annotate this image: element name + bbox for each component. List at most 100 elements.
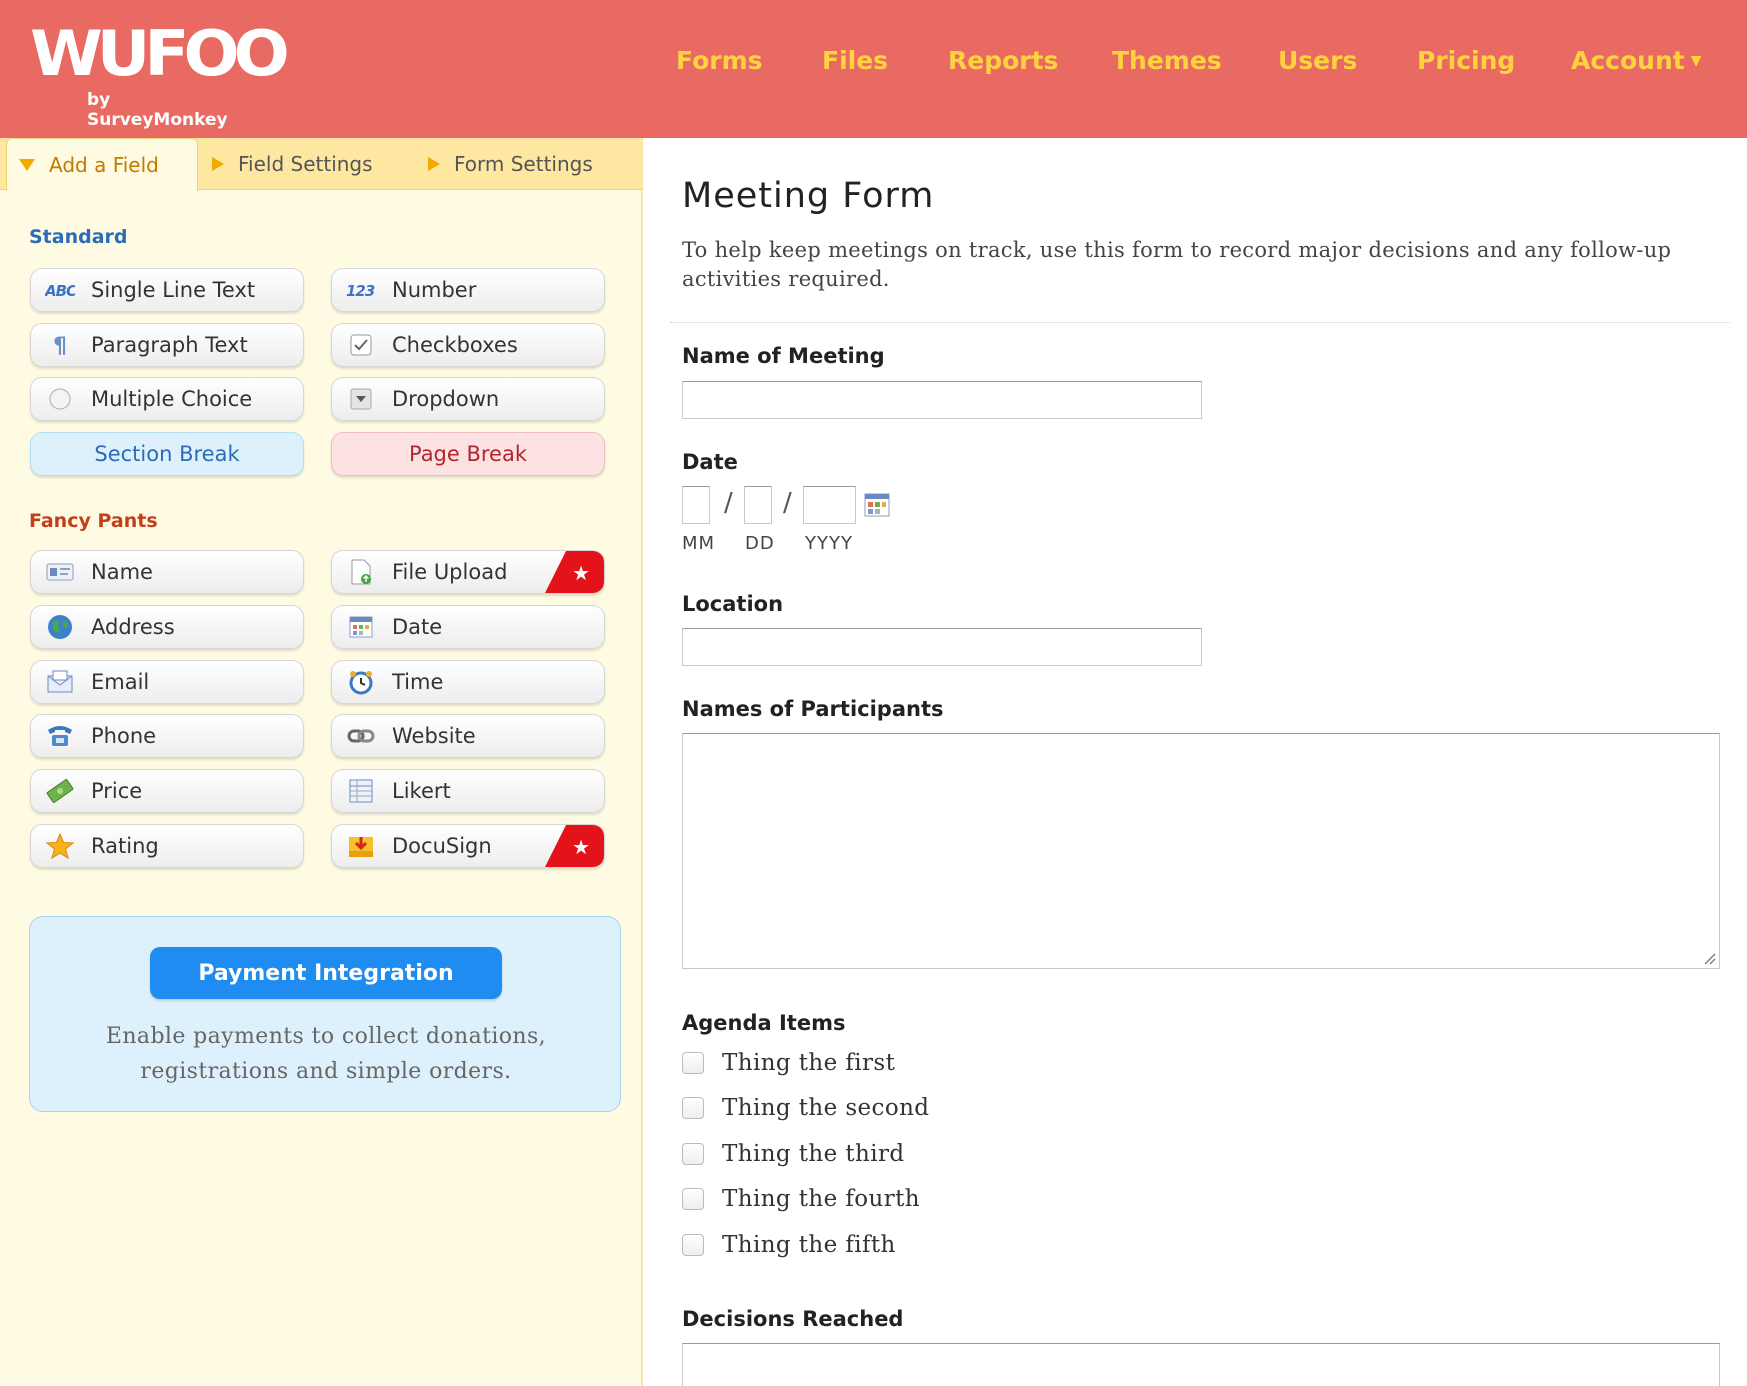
chain-link-icon	[346, 723, 376, 749]
number-123-icon: 123	[346, 277, 376, 303]
location-input[interactable]	[682, 628, 1202, 666]
calendar-icon	[346, 614, 376, 640]
field-section-break[interactable]: Section Break	[30, 432, 304, 476]
logo-wordmark: WUFOO	[30, 16, 290, 91]
agenda-checkbox[interactable]	[682, 1234, 704, 1256]
field-label: Address	[91, 615, 175, 639]
nav-users[interactable]: Users	[1278, 46, 1357, 75]
field-address[interactable]: Address	[30, 605, 304, 649]
date-label: Date	[682, 450, 738, 474]
field-phone[interactable]: Phone	[30, 714, 304, 758]
field-label: Phone	[91, 724, 157, 748]
triangle-right-icon	[212, 157, 224, 171]
nav-themes[interactable]: Themes	[1112, 46, 1222, 75]
triangle-down-icon	[19, 159, 35, 171]
agenda-option-label: Thing the second	[722, 1095, 930, 1121]
name-of-meeting-input[interactable]	[682, 381, 1202, 419]
agenda-option[interactable]: Thing the second	[682, 1095, 929, 1121]
tab-label: Form Settings	[454, 152, 593, 176]
tab-add-field[interactable]: Add a Field	[6, 138, 198, 191]
payment-description: Enable payments to collect donations, re…	[30, 1019, 622, 1089]
agenda-option-label: Thing the first	[722, 1050, 896, 1076]
agenda-checkbox[interactable]	[682, 1188, 704, 1210]
top-header: WUFOO by SurveyMonkey Forms Files Report…	[0, 0, 1747, 138]
field-paragraph-text[interactable]: ¶ Paragraph Text	[30, 323, 304, 367]
field-label: Single Line Text	[91, 278, 256, 302]
tab-label: Add a Field	[49, 153, 159, 177]
field-time[interactable]: Time	[331, 660, 605, 704]
date-day-input[interactable]	[744, 486, 772, 524]
calendar-picker-icon[interactable]	[864, 493, 890, 517]
field-multiple-choice[interactable]: Multiple Choice	[30, 377, 304, 421]
date-year-input[interactable]	[803, 486, 856, 524]
field-page-break[interactable]: Page Break	[331, 432, 605, 476]
field-name[interactable]: Name	[30, 550, 304, 594]
triangle-right-icon	[428, 157, 440, 171]
tab-form-settings[interactable]: Form Settings	[428, 138, 593, 190]
agenda-option[interactable]: Thing the third	[682, 1141, 904, 1167]
agenda-items-label: Agenda Items	[682, 1011, 846, 1035]
abc-text-icon: ABC	[45, 277, 75, 303]
radio-icon	[45, 386, 75, 412]
form-description[interactable]: To help keep meetings on track, use this…	[682, 236, 1692, 294]
nav-account-label: Account	[1571, 46, 1685, 75]
payment-desc-line1: Enable payments to collect donations,	[105, 1024, 547, 1049]
decisions-reached-label: Decisions Reached	[682, 1307, 904, 1331]
name-of-meeting-label: Name of Meeting	[682, 344, 885, 368]
field-label: Price	[91, 779, 143, 803]
field-label: Name	[91, 560, 153, 584]
field-docusign[interactable]: DocuSign ★	[331, 824, 605, 868]
pilcrow-icon: ¶	[45, 332, 75, 358]
standard-heading: Standard	[29, 226, 128, 248]
decisions-textarea[interactable]	[682, 1343, 1720, 1386]
field-likert[interactable]: Likert	[331, 769, 605, 813]
wufoo-logo[interactable]: WUFOO by SurveyMonkey	[30, 18, 290, 130]
field-website[interactable]: Website	[331, 714, 605, 758]
tab-field-settings[interactable]: Field Settings	[212, 138, 373, 190]
field-price[interactable]: Price	[30, 769, 304, 813]
field-label: Email	[91, 670, 150, 694]
field-label: Number	[392, 278, 477, 302]
date-dd-hint: DD	[745, 533, 775, 554]
participants-label: Names of Participants	[682, 697, 944, 721]
field-date[interactable]: Date	[331, 605, 605, 649]
form-title[interactable]: Meeting Form	[682, 176, 934, 216]
field-palette-panel: Add a Field Field Settings Form Settings…	[0, 138, 643, 1386]
field-file-upload[interactable]: File Upload ★	[331, 550, 605, 594]
nav-account[interactable]: Account ▼	[1571, 46, 1702, 75]
agenda-checkbox[interactable]	[682, 1143, 704, 1165]
payment-integration-button[interactable]: Payment Integration	[150, 947, 502, 999]
date-yyyy-hint: YYYY	[805, 533, 853, 554]
field-label: DocuSign	[392, 834, 492, 858]
agenda-checkbox[interactable]	[682, 1097, 704, 1119]
dropdown-icon	[346, 386, 376, 412]
money-icon	[45, 778, 75, 804]
field-email[interactable]: Email	[30, 660, 304, 704]
field-label: Website	[392, 724, 476, 748]
resize-grip-icon[interactable]	[1704, 953, 1716, 965]
nav-reports[interactable]: Reports	[948, 46, 1058, 75]
chevron-down-icon: ▼	[1690, 53, 1702, 69]
date-separator: /	[724, 488, 733, 518]
form-divider	[670, 322, 1730, 323]
field-label: File Upload	[392, 560, 508, 584]
agenda-option[interactable]: Thing the first	[682, 1050, 895, 1076]
field-label: Checkboxes	[392, 333, 518, 357]
nav-files[interactable]: Files	[822, 46, 888, 75]
date-month-input[interactable]	[682, 486, 710, 524]
checkbox-icon	[346, 332, 376, 358]
agenda-checkbox[interactable]	[682, 1052, 704, 1074]
field-number[interactable]: 123 Number	[331, 268, 605, 312]
field-single-line-text[interactable]: ABC Single Line Text	[30, 268, 304, 312]
field-label: Likert	[392, 779, 451, 803]
participants-textarea[interactable]	[682, 733, 1720, 969]
field-label: Rating	[91, 834, 159, 858]
download-box-icon	[346, 833, 376, 859]
nav-forms[interactable]: Forms	[676, 46, 763, 75]
field-checkboxes[interactable]: Checkboxes	[331, 323, 605, 367]
agenda-option[interactable]: Thing the fifth	[682, 1232, 896, 1258]
field-rating[interactable]: Rating	[30, 824, 304, 868]
nav-pricing[interactable]: Pricing	[1417, 46, 1515, 75]
field-dropdown[interactable]: Dropdown	[331, 377, 605, 421]
agenda-option[interactable]: Thing the fourth	[682, 1186, 920, 1212]
